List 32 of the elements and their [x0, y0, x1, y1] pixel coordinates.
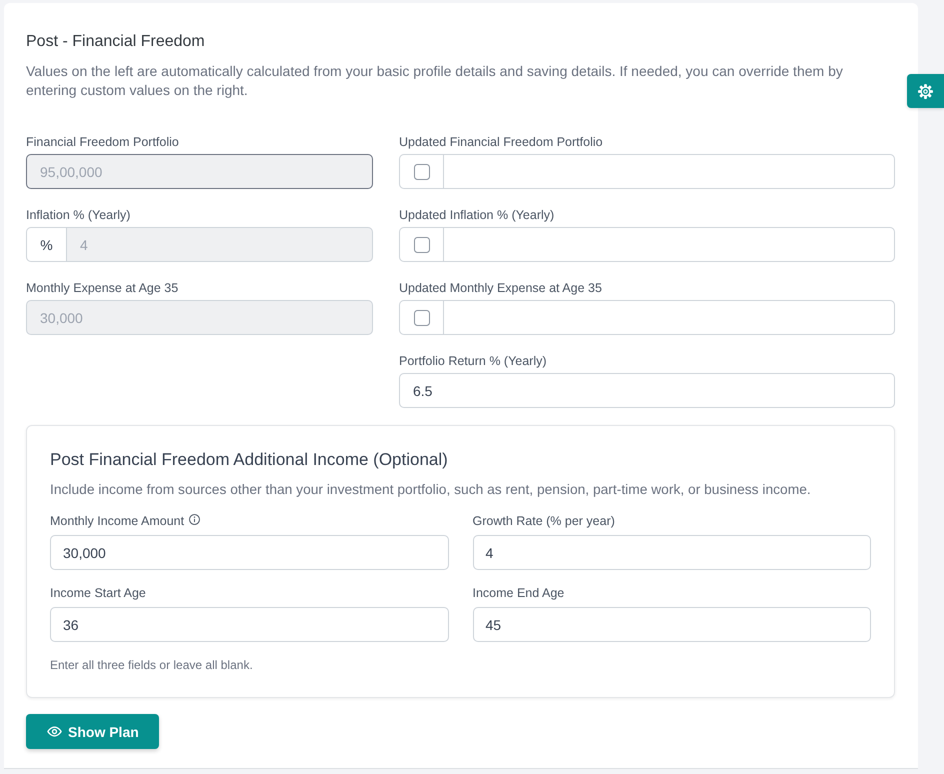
show-plan-button[interactable]: Show Plan — [26, 714, 159, 749]
field-label: Monthly Expense at Age 35 — [26, 280, 178, 297]
panel-title: Post Financial Freedom Additional Income (Optional) — [50, 449, 449, 471]
input-field[interactable]: 30,000 — [50, 535, 448, 570]
field-label: Income End Age — [472, 585, 564, 601]
panel-description: Include income from sources other than your investment portfolio, such as rent, pension, part-time work, or business income. — [50, 481, 812, 499]
field-label: Updated Monthly Expense at Age 35 — [399, 280, 602, 297]
checkbox[interactable] — [414, 236, 430, 252]
settings-button[interactable] — [907, 74, 944, 108]
checkbox[interactable] — [414, 164, 430, 180]
input-field[interactable] — [443, 300, 895, 335]
eye-icon — [47, 724, 62, 739]
input-field[interactable]: 36 — [50, 607, 448, 642]
field-label: Income Start Age — [50, 585, 146, 601]
section-title: Post - Financial Freedom — [26, 32, 206, 52]
field-label: Monthly Income Amount — [50, 513, 184, 529]
section-description: Values on the left are automatically calculated from your basic profile details and saving details. If needed, you can override them by entering custom values on the right. — [26, 62, 844, 100]
field-label: Updated Inflation % (Yearly) — [399, 207, 554, 224]
field-label: Portfolio Return % (Yearly) — [399, 353, 547, 370]
field-label: Financial Freedom Portfolio — [26, 134, 179, 151]
info-icon[interactable] — [189, 514, 200, 524]
input-field[interactable] — [443, 227, 895, 262]
field-label: Updated Financial Freedom Portfolio — [399, 134, 603, 151]
field-label: Inflation % (Yearly) — [26, 207, 130, 224]
input-field[interactable]: 45 — [472, 607, 871, 642]
input-field[interactable] — [443, 154, 895, 189]
helper-note: Enter all three fields or leave all blank. — [50, 658, 254, 672]
checkbox[interactable] — [414, 310, 430, 326]
input-field[interactable]: 4 — [472, 535, 871, 570]
field-label: Growth Rate (% per year) — [472, 513, 615, 529]
unit-prefix: % — [26, 227, 66, 262]
input-field[interactable]: 6.5 — [399, 373, 895, 408]
